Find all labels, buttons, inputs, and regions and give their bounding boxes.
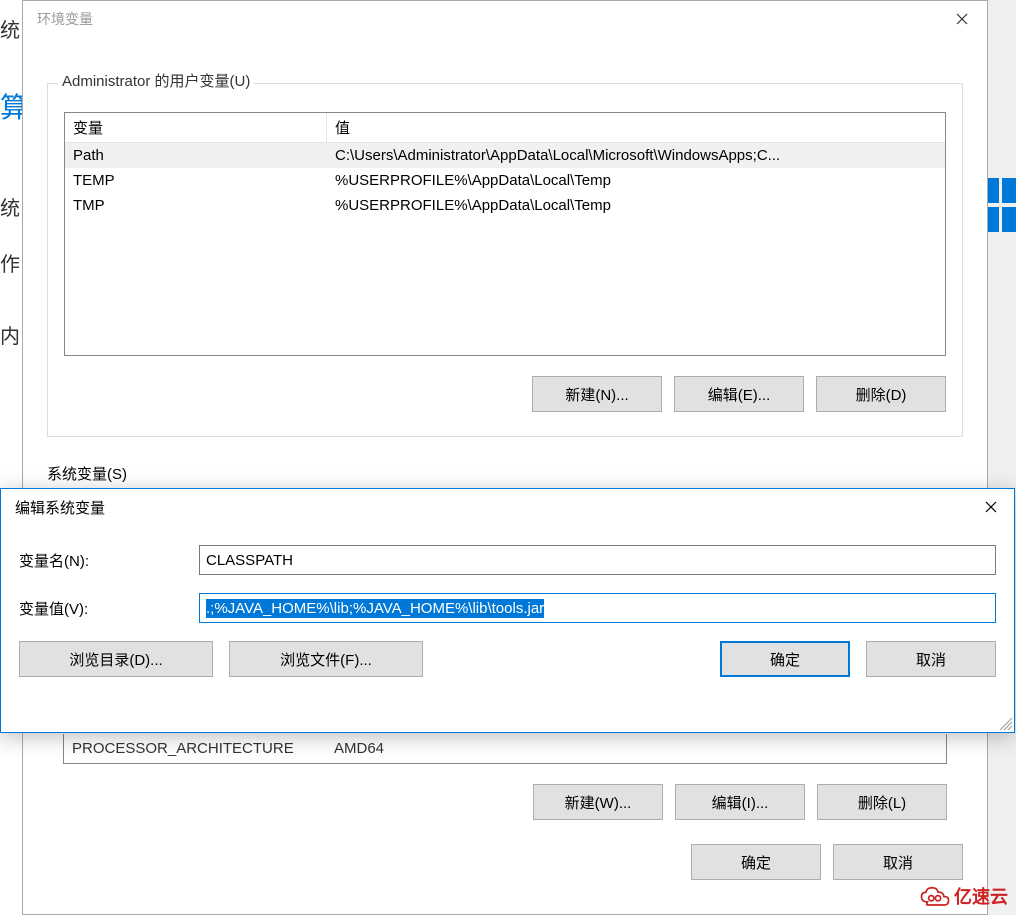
system-variables-label: 系统变量(S) xyxy=(47,463,963,484)
variable-name-label: 变量名(N): xyxy=(19,550,189,571)
user-variables-group: Administrator 的用户变量(U) 变量 值 Path C:\User… xyxy=(47,83,963,437)
bg-char-3: 统 xyxy=(0,192,20,221)
edit-user-var-button[interactable]: 编辑(E)... xyxy=(674,376,804,412)
variable-value-input[interactable]: .;%JAVA_HOME%\lib;%JAVA_HOME%\lib\tools.… xyxy=(199,593,996,623)
variable-name-input[interactable] xyxy=(199,545,996,575)
column-value-header[interactable]: 值 xyxy=(327,113,945,142)
close-icon xyxy=(985,501,997,513)
delete-sys-var-button[interactable]: 删除(L) xyxy=(817,784,947,820)
windows-logo-icon xyxy=(986,178,1016,234)
edit-ok-button[interactable]: 确定 xyxy=(720,641,850,677)
watermark: 亿速云 xyxy=(920,883,1008,909)
user-variables-list[interactable]: 变量 值 Path C:\Users\Administrator\AppData… xyxy=(64,112,946,356)
bg-char-4: 作 xyxy=(0,248,20,277)
system-variables-peek-row[interactable]: PROCESSOR_ARCHITECTURE AMD64 xyxy=(63,734,947,764)
delete-user-var-button[interactable]: 删除(D) xyxy=(816,376,946,412)
environment-variables-dialog: 环境变量 Administrator 的用户变量(U) 变量 值 Path C:… xyxy=(22,0,988,915)
resize-grip-icon[interactable] xyxy=(998,716,1012,730)
env-ok-button[interactable]: 确定 xyxy=(691,844,821,880)
cloud-icon xyxy=(920,885,950,907)
edit-dialog-titlebar[interactable]: 编辑系统变量 xyxy=(1,489,1014,525)
list-row[interactable]: TMP %USERPROFILE%\AppData\Local\Temp xyxy=(65,193,945,218)
browse-file-button[interactable]: 浏览文件(F)... xyxy=(229,641,423,677)
close-icon xyxy=(956,13,968,25)
env-dialog-titlebar: 环境变量 xyxy=(23,1,987,37)
new-user-var-button[interactable]: 新建(N)... xyxy=(532,376,662,412)
edit-system-variable-dialog: 编辑系统变量 变量名(N): 变量值(V): .;%JAVA_HOME%\lib… xyxy=(0,488,1015,733)
browse-directory-button[interactable]: 浏览目录(D)... xyxy=(19,641,213,677)
edit-close-button[interactable] xyxy=(978,494,1004,520)
edit-sys-var-button[interactable]: 编辑(I)... xyxy=(675,784,805,820)
new-sys-var-button[interactable]: 新建(W)... xyxy=(533,784,663,820)
bg-char-5: 内 xyxy=(0,320,20,349)
column-name-header[interactable]: 变量 xyxy=(65,113,327,142)
variable-value-label: 变量值(V): xyxy=(19,598,189,619)
env-cancel-button[interactable]: 取消 xyxy=(833,844,963,880)
watermark-text: 亿速云 xyxy=(954,883,1008,909)
list-row[interactable]: Path C:\Users\Administrator\AppData\Loca… xyxy=(65,143,945,168)
list-row[interactable]: TEMP %USERPROFILE%\AppData\Local\Temp xyxy=(65,168,945,193)
edit-dialog-title: 编辑系统变量 xyxy=(15,497,105,518)
user-variables-label: Administrator 的用户变量(U) xyxy=(58,70,254,91)
edit-cancel-button[interactable]: 取消 xyxy=(866,641,996,677)
close-button[interactable] xyxy=(939,3,985,35)
bg-char-1: 统 xyxy=(0,14,20,43)
list-header: 变量 值 xyxy=(65,113,945,143)
env-dialog-title: 环境变量 xyxy=(37,9,93,29)
